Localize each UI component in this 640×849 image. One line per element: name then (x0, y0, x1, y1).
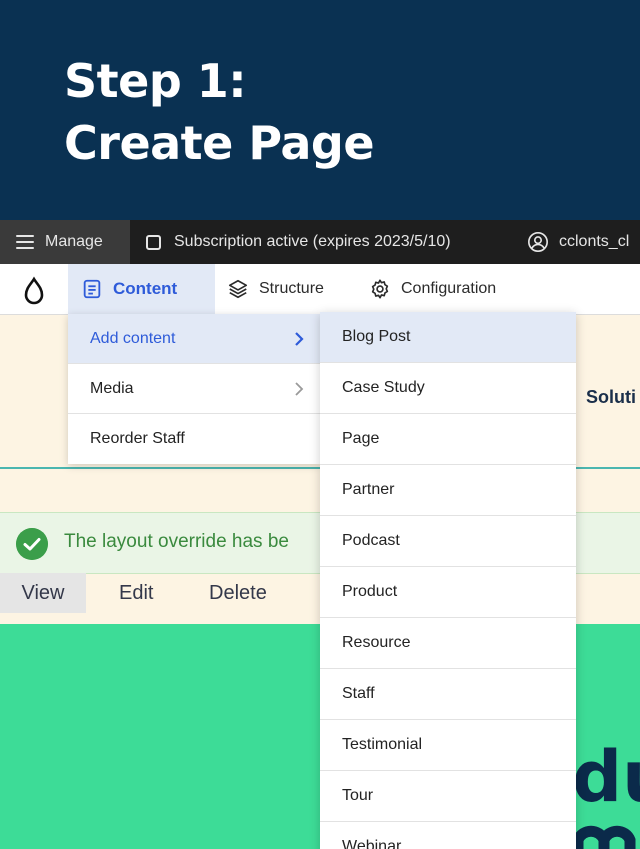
chevron-right-icon (295, 332, 304, 346)
menu-item-label: Media (90, 379, 134, 397)
banner-title: Step 1: Create Page (64, 50, 375, 174)
manage-button[interactable]: Manage (0, 220, 130, 264)
tab-configuration-label: Configuration (401, 280, 497, 297)
tab-content[interactable]: Content (68, 264, 215, 314)
user-label: cclonts_cl (559, 233, 630, 250)
gear-icon (371, 279, 389, 299)
site-nav-solutions-link[interactable]: Soluti (586, 387, 636, 408)
subscription-status[interactable]: Subscription active (expires 2023/5/10) (146, 220, 451, 264)
subscription-label: Subscription active (expires 2023/5/10) (174, 233, 451, 250)
submenu-item-product[interactable]: Product (320, 567, 576, 618)
tab-structure[interactable]: Structure (227, 264, 324, 314)
hero-heading-glyph-fragment (572, 825, 636, 849)
menu-item-label: Add content (90, 329, 176, 347)
content-dropdown-menu: Add content Media Reorder Staff (68, 314, 320, 464)
banner-title-line1: Step 1: (64, 54, 247, 108)
menu-item-add-content[interactable]: Add content (68, 314, 320, 364)
step-banner: Step 1: Create Page (0, 0, 640, 220)
submenu-item-webinar[interactable]: Webinar (320, 822, 576, 849)
tab-content-label: Content (113, 279, 178, 298)
cms-screenshot: Manage Subscription active (expires 2023… (0, 220, 640, 849)
user-menu[interactable]: cclonts_cl (527, 220, 629, 264)
banner-title-line2: Create Page (64, 116, 375, 170)
checkbox-icon (146, 234, 161, 250)
chevron-right-icon (295, 382, 304, 396)
submenu-item-testimonial[interactable]: Testimonial (320, 720, 576, 771)
submenu-item-resource[interactable]: Resource (320, 618, 576, 669)
submenu-item-staff[interactable]: Staff (320, 669, 576, 720)
submenu-item-tour[interactable]: Tour (320, 771, 576, 822)
add-content-submenu: Blog Post Case Study Page Partner Podcas… (320, 312, 576, 849)
submenu-item-partner[interactable]: Partner (320, 465, 576, 516)
menu-item-media[interactable]: Media (68, 364, 320, 414)
tab-view[interactable]: View (0, 573, 86, 613)
hamburger-icon (16, 235, 34, 249)
manage-label: Manage (45, 233, 103, 250)
tab-structure-label: Structure (259, 280, 324, 297)
submenu-item-page[interactable]: Page (320, 414, 576, 465)
menu-item-reorder-staff[interactable]: Reorder Staff (68, 414, 320, 464)
tab-delete[interactable]: Delete (209, 573, 267, 613)
user-icon (528, 232, 548, 252)
admin-menu-bar: Content Structure Configuration (0, 264, 640, 315)
menu-item-label: Reorder Staff (90, 430, 185, 447)
hero-heading: du (572, 736, 640, 818)
layers-icon (228, 279, 248, 299)
tab-configuration[interactable]: Configuration (369, 264, 496, 314)
check-circle-icon (16, 528, 48, 560)
document-icon (83, 279, 101, 299)
status-message-text: The layout override has be (64, 531, 289, 552)
drupal-drop-logo-icon[interactable] (18, 276, 50, 306)
submenu-item-blog-post[interactable]: Blog Post (320, 312, 576, 363)
admin-toolbar: Manage Subscription active (expires 2023… (0, 220, 640, 264)
submenu-item-podcast[interactable]: Podcast (320, 516, 576, 567)
tab-edit[interactable]: Edit (119, 573, 153, 613)
submenu-item-case-study[interactable]: Case Study (320, 363, 576, 414)
